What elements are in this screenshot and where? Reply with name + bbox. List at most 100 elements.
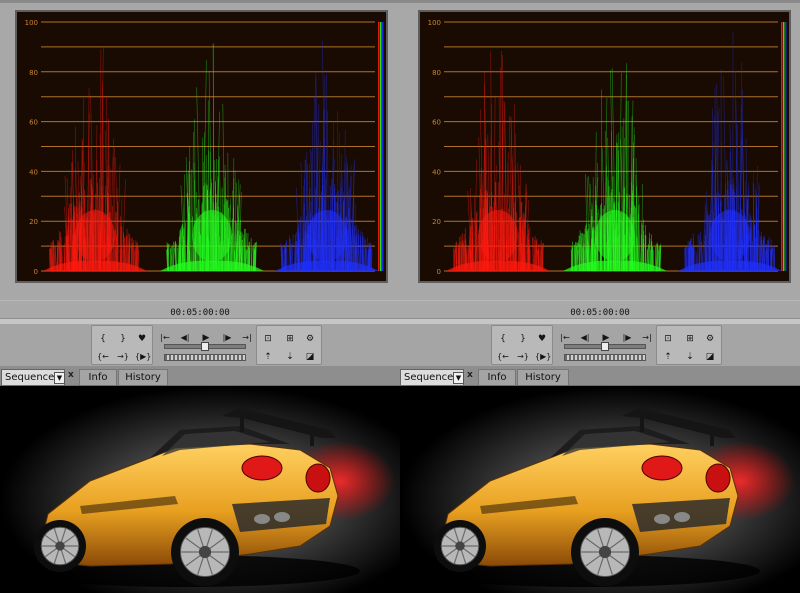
- tab-sequence[interactable]: Sequence 01 ▼: [1, 369, 65, 399]
- channel-edge-strip: [781, 22, 783, 271]
- scope-axis-label: 100: [428, 19, 441, 27]
- rgb-parade-scope: 100 80 60 40 20 0: [15, 10, 388, 283]
- tab-history-label: History: [525, 372, 561, 383]
- step-back-icon[interactable]: ◀|: [578, 331, 592, 345]
- program-monitor-viewer[interactable]: [0, 386, 400, 593]
- channel-edge-strip: [378, 22, 380, 271]
- tab-menu-dropdown-icon[interactable]: ▼: [54, 372, 65, 384]
- tab-info-label: Info: [88, 372, 108, 383]
- scope-top-strip: [400, 0, 800, 3]
- edit-controls: ⊡ ⊞ ⚙ ⇡ ⇣ ◪: [256, 325, 322, 365]
- trim-monitor-icon[interactable]: ⚙: [303, 332, 317, 346]
- export-frame-icon[interactable]: ◪: [303, 350, 317, 364]
- go-to-out-icon[interactable]: →}: [516, 350, 530, 364]
- car-image: [0, 386, 400, 593]
- channel-edge-strip: [783, 22, 785, 271]
- transport-controls: {} ♥ {← →} {▶} ⊡ ⊞ ⚙ ⇡ ⇣ ◪ |← ◀| ▶ |▶ →|: [400, 324, 800, 366]
- jog-wheel[interactable]: [564, 354, 646, 361]
- extract-icon[interactable]: ⇣: [683, 350, 697, 364]
- play-in-to-out-icon[interactable]: {▶}: [535, 350, 551, 364]
- go-to-out-icon[interactable]: →}: [116, 350, 130, 364]
- jog-wheel[interactable]: [164, 354, 246, 361]
- current-timecode[interactable]: 00:05:00:00: [0, 308, 400, 318]
- go-to-prev-edit-icon[interactable]: |←: [558, 331, 572, 345]
- go-to-next-edit-icon[interactable]: →|: [640, 331, 654, 345]
- transport-controls: {} ♥ {← →} {▶} ⊡ ⊞ ⚙ ⇡ ⇣ ◪ |← ◀| ▶ |▶ →|: [0, 324, 400, 366]
- panel-tab-bar: Sequence 01 ▼ x Info History: [0, 366, 400, 399]
- step-forward-icon[interactable]: |▶: [220, 331, 234, 345]
- playback-controls: |← ◀| ▶ |▶ →|: [558, 325, 653, 365]
- extract-icon[interactable]: ⇣: [283, 350, 297, 364]
- car-image: [400, 386, 800, 593]
- output-icon[interactable]: ⊞: [683, 332, 697, 346]
- rgb-parade-scope-area: 100 80 60 40 20 0: [400, 0, 800, 300]
- close-icon[interactable]: x: [68, 370, 74, 380]
- scope-axis-label: 40: [29, 168, 38, 176]
- lift-icon[interactable]: ⇡: [661, 350, 675, 364]
- shuttle-knob[interactable]: [201, 342, 209, 351]
- channel-edge-strip: [380, 22, 382, 271]
- trim-monitor-icon[interactable]: ⚙: [703, 332, 717, 346]
- rgb-parade-waveform: 100 80 60 40 20 0: [428, 19, 787, 276]
- green-channel-trace: [160, 43, 264, 272]
- red-channel-trace: [446, 50, 550, 272]
- tab-info[interactable]: Info: [79, 369, 117, 385]
- blue-channel-trace: [275, 40, 379, 272]
- tab-sequence[interactable]: Sequence 01 ▼: [400, 369, 464, 399]
- scope-axis-label: 80: [29, 69, 38, 77]
- program-monitor-viewer[interactable]: [400, 386, 800, 593]
- tab-info-label: Info: [487, 372, 507, 383]
- close-icon[interactable]: x: [467, 370, 473, 380]
- scope-axis-label: 100: [25, 19, 38, 27]
- rgb-parade-scope: 100 80 60 40 20 0: [418, 10, 791, 283]
- scope-axis-label: 40: [432, 168, 441, 176]
- edit-controls: ⊡ ⊞ ⚙ ⇡ ⇣ ◪: [656, 325, 722, 365]
- go-to-prev-edit-icon[interactable]: |←: [158, 331, 172, 345]
- marking-controls: {} ♥ {← →} {▶}: [91, 325, 153, 365]
- scope-axis-label: 0: [34, 268, 38, 276]
- tab-history[interactable]: History: [517, 369, 569, 385]
- scope-axis-label: 20: [432, 218, 441, 226]
- right-monitor-panel: 100 80 60 40 20 0 00:05:00:00 {} ♥ {← →} {▶} ⊡ ⊞ ⚙ ⇡ ⇣…: [400, 0, 800, 593]
- step-forward-icon[interactable]: |▶: [620, 331, 634, 345]
- marker-icon[interactable]: ♥: [535, 332, 549, 346]
- scope-top-strip: [0, 0, 400, 3]
- go-to-in-icon[interactable]: {←: [96, 350, 110, 364]
- scope-axis-label: 60: [432, 119, 441, 127]
- scope-axis-label: 80: [432, 69, 441, 77]
- panel-tab-bar: Sequence 01 ▼ x Info History: [400, 366, 800, 399]
- tab-info[interactable]: Info: [478, 369, 516, 385]
- go-to-in-icon[interactable]: {←: [496, 350, 510, 364]
- step-back-icon[interactable]: ◀|: [178, 331, 192, 345]
- go-to-next-edit-icon[interactable]: →|: [240, 331, 254, 345]
- lift-icon[interactable]: ⇡: [261, 350, 275, 364]
- left-monitor-panel: 100 80 60 40 20 0 00:05:00:00 {} ♥ {← →} {▶} ⊡ ⊞ ⚙ ⇡ ⇣…: [0, 0, 400, 593]
- mark-in-icon[interactable]: {: [96, 332, 110, 346]
- rgb-parade-waveform: 100 80 60 40 20 0: [25, 19, 384, 276]
- channel-edge-strip: [382, 22, 384, 271]
- export-frame-icon[interactable]: ◪: [703, 350, 717, 364]
- mark-out-icon[interactable]: }: [516, 332, 530, 346]
- rgb-parade-scope-area: 100 80 60 40 20 0: [0, 0, 400, 300]
- marking-controls: {} ♥ {← →} {▶}: [491, 325, 553, 365]
- safe-margins-icon[interactable]: ⊡: [261, 332, 275, 346]
- playback-controls: |← ◀| ▶ |▶ →|: [158, 325, 253, 365]
- channel-edge-strip: [785, 22, 787, 271]
- mark-in-icon[interactable]: {: [496, 332, 510, 346]
- shuttle-control[interactable]: [164, 342, 246, 351]
- play-in-to-out-icon[interactable]: {▶}: [135, 350, 151, 364]
- blue-channel-trace: [678, 31, 782, 272]
- safe-margins-icon[interactable]: ⊡: [661, 332, 675, 346]
- scope-axis-label: 60: [29, 119, 38, 127]
- output-icon[interactable]: ⊞: [283, 332, 297, 346]
- tab-history-label: History: [125, 372, 161, 383]
- green-channel-trace: [563, 63, 667, 272]
- shuttle-knob[interactable]: [601, 342, 609, 351]
- mark-out-icon[interactable]: }: [116, 332, 130, 346]
- current-timecode[interactable]: 00:05:00:00: [400, 308, 800, 318]
- marker-icon[interactable]: ♥: [135, 332, 149, 346]
- tab-history[interactable]: History: [118, 369, 168, 385]
- tab-menu-dropdown-icon[interactable]: ▼: [453, 372, 464, 384]
- red-channel-trace: [43, 47, 147, 272]
- shuttle-control[interactable]: [564, 342, 646, 351]
